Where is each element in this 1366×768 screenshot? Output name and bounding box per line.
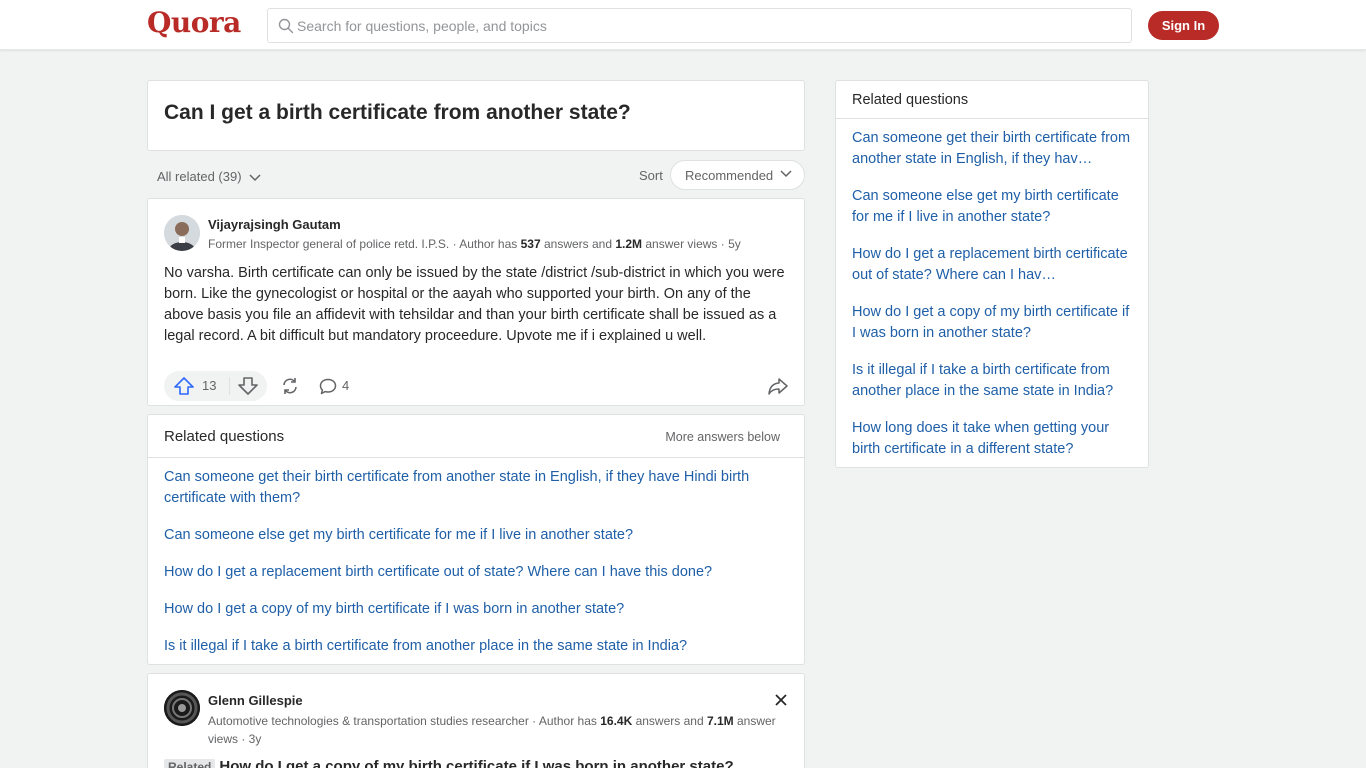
top-header: Quora Sign In bbox=[0, 0, 1366, 50]
author-credential: Former Inspector general of police retd.… bbox=[208, 237, 741, 251]
related-questions-header: Related questions More answers below bbox=[148, 415, 804, 458]
sort-value: Recommended bbox=[685, 168, 774, 183]
sidebar-title: Related questions bbox=[852, 92, 969, 108]
related-question-link[interactable]: Can someone else get my birth certificat… bbox=[164, 525, 784, 546]
sidebar-question-link[interactable]: How long does it take when getting your … bbox=[852, 418, 1136, 460]
comment-icon[interactable] bbox=[319, 378, 337, 395]
sidebar-related-questions: Related questions Can someone get their … bbox=[835, 80, 1149, 468]
sidebar-question-link[interactable]: How do I get a replacement birth certifi… bbox=[852, 244, 1136, 286]
author-avatar[interactable] bbox=[164, 690, 200, 726]
sort-label: Sort bbox=[639, 168, 663, 183]
answers-filter-bar: All related (39) Sort Recommended bbox=[147, 160, 805, 190]
avatar-image bbox=[164, 215, 200, 251]
related-question-link[interactable]: Can someone get their birth certificate … bbox=[164, 467, 784, 509]
author-credential: Automotive technologies & transportation… bbox=[208, 712, 788, 748]
sidebar-question-link[interactable]: How do I get a copy of my birth certific… bbox=[852, 302, 1136, 344]
downvote-icon[interactable] bbox=[238, 377, 258, 395]
answers-count: 537 bbox=[520, 237, 541, 251]
views-text: answer views · 5y bbox=[642, 237, 741, 251]
answers-text: answers and bbox=[632, 714, 707, 728]
comment-count: 4 bbox=[342, 378, 350, 393]
search-bar[interactable] bbox=[267, 8, 1132, 43]
related-questions-card: Related questions More answers below Can… bbox=[147, 414, 805, 665]
close-icon[interactable] bbox=[774, 693, 788, 707]
related-question-title[interactable]: How do I get a copy of my birth certific… bbox=[219, 758, 733, 768]
answer-body: No varsha. Birth certificate can only be… bbox=[164, 265, 785, 344]
related-question-link[interactable]: Is it illegal if I take a birth certific… bbox=[164, 636, 784, 657]
sidebar-question-link[interactable]: Can someone get their birth certificate … bbox=[852, 128, 1136, 170]
credential-text: Automotive technologies & transportation… bbox=[208, 714, 601, 728]
sidebar-question-link[interactable]: Can someone else get my birth certificat… bbox=[852, 186, 1136, 228]
credential-text: Former Inspector general of police retd.… bbox=[208, 237, 521, 251]
sidebar-question-link[interactable]: Is it illegal if I take a birth certific… bbox=[852, 360, 1136, 402]
author-name[interactable]: Glenn Gillespie bbox=[208, 693, 303, 708]
views-count: 1.2M bbox=[615, 237, 643, 251]
avatar-image bbox=[164, 690, 200, 726]
upvote-icon[interactable] bbox=[174, 377, 194, 395]
question-title: Can I get a birth certificate from anoth… bbox=[164, 101, 631, 124]
answers-count: 16.4K bbox=[600, 714, 633, 728]
share-icon[interactable] bbox=[768, 377, 788, 395]
author-name[interactable]: Vijayrajsingh Gautam bbox=[208, 217, 341, 232]
sidebar-header: Related questions bbox=[836, 81, 1148, 119]
search-icon bbox=[278, 18, 294, 34]
answer-actions: 13 4 bbox=[164, 371, 792, 401]
answer-card: Vijayrajsingh Gautam Former Inspector ge… bbox=[147, 198, 805, 406]
reshare-icon[interactable] bbox=[280, 377, 300, 395]
related-questions-title: Related questions bbox=[164, 428, 285, 445]
sign-in-button[interactable]: Sign In bbox=[1148, 11, 1219, 40]
chevron-down-icon bbox=[249, 174, 261, 181]
quora-logo[interactable]: Quora bbox=[147, 6, 241, 39]
author-avatar[interactable] bbox=[164, 215, 200, 251]
all-related-label: All related (39) bbox=[157, 169, 242, 184]
views-count: 7.1M bbox=[706, 714, 734, 728]
related-question-link[interactable]: How do I get a copy of my birth certific… bbox=[164, 599, 784, 620]
upvote-count: 13 bbox=[202, 378, 217, 393]
answers-text: answers and bbox=[540, 237, 616, 251]
vote-divider bbox=[229, 377, 230, 395]
all-related-dropdown[interactable]: All related (39) bbox=[157, 169, 261, 184]
search-input[interactable] bbox=[297, 9, 1117, 42]
chevron-down-icon bbox=[780, 170, 792, 178]
question-card: Can I get a birth certificate from anoth… bbox=[147, 80, 805, 151]
related-question-link[interactable]: How do I get a replacement birth certifi… bbox=[164, 562, 784, 583]
related-tag: Related bbox=[164, 758, 216, 768]
vote-pill: 13 bbox=[164, 371, 267, 401]
more-answers-below: More answers below bbox=[665, 430, 780, 444]
related-question-row: Related How do I get a copy of my birth c… bbox=[164, 758, 734, 768]
answer-card: Glenn Gillespie Automotive technologies … bbox=[147, 673, 805, 768]
sort-dropdown[interactable]: Recommended bbox=[670, 160, 805, 190]
